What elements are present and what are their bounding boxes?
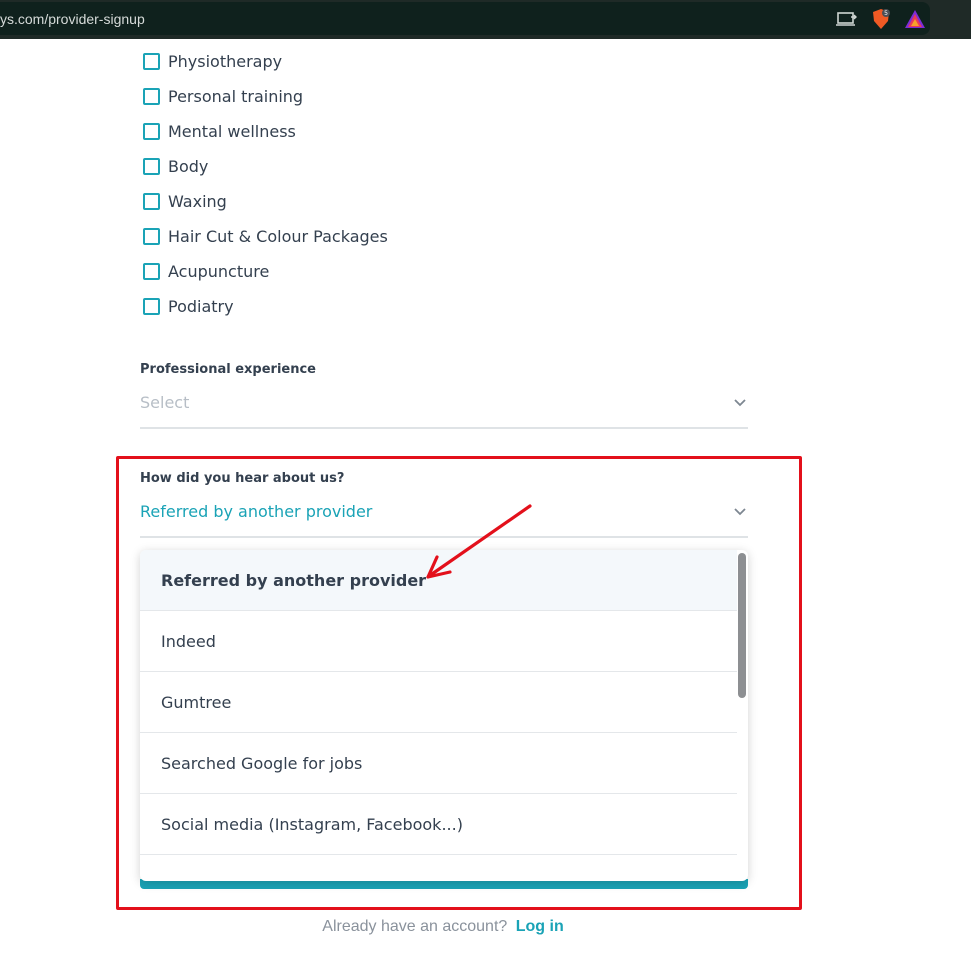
checkbox-podiatry[interactable]: Podiatry [143, 294, 234, 318]
install-app-icon[interactable] [836, 8, 858, 30]
checkbox-waxing[interactable]: Waxing [143, 189, 227, 213]
login-prompt-row: Already have an account? Log in [0, 918, 886, 936]
checkbox-physiotherapy[interactable]: Physiotherapy [143, 49, 282, 73]
checkbox-box[interactable] [143, 227, 160, 245]
checkbox-box[interactable] [143, 297, 160, 315]
annotation-arrow-icon [426, 504, 532, 579]
checkbox-box[interactable] [143, 157, 160, 175]
experience-label: Professional experience [140, 362, 317, 377]
checkbox-label: Physiotherapy [168, 51, 283, 71]
checkbox-label: Hair Cut & Colour Packages [168, 226, 388, 246]
checkbox-personal-training[interactable]: Personal training [143, 84, 303, 108]
checkbox-box[interactable] [143, 122, 160, 140]
browser-toolbar: ys.com/provider-signup 5 [0, 0, 971, 39]
checkbox-label: Mental wellness [168, 121, 296, 141]
address-bar[interactable]: ys.com/provider-signup [0, 2, 930, 35]
checkbox-label: Acupuncture [168, 261, 270, 281]
experience-underline [140, 427, 748, 429]
checkbox-box[interactable] [143, 192, 160, 210]
experience-select[interactable]: Select [140, 393, 189, 412]
checkbox-label: Personal training [168, 86, 304, 106]
checkbox-body[interactable]: Body [143, 154, 208, 178]
checkbox-box[interactable] [143, 87, 160, 105]
login-link[interactable]: Log in [516, 918, 564, 935]
checkbox-box[interactable] [143, 52, 160, 70]
checkbox-acupuncture[interactable]: Acupuncture [143, 259, 269, 283]
url-text: ys.com/provider-signup [0, 11, 145, 27]
brave-shield-icon[interactable]: 5 [870, 8, 892, 30]
login-prompt-text: Already have an account? [322, 918, 508, 935]
checkbox-box[interactable] [143, 262, 160, 280]
checkbox-hair-cut-colour[interactable]: Hair Cut & Colour Packages [143, 224, 388, 248]
checkbox-label: Podiatry [168, 296, 234, 316]
checkbox-label: Waxing [168, 191, 227, 211]
checkbox-label: Body [168, 156, 209, 176]
chevron-down-icon[interactable] [733, 396, 747, 410]
brave-rewards-icon[interactable] [904, 8, 926, 30]
checkbox-mental-wellness[interactable]: Mental wellness [143, 119, 296, 143]
svg-text:5: 5 [884, 10, 888, 17]
